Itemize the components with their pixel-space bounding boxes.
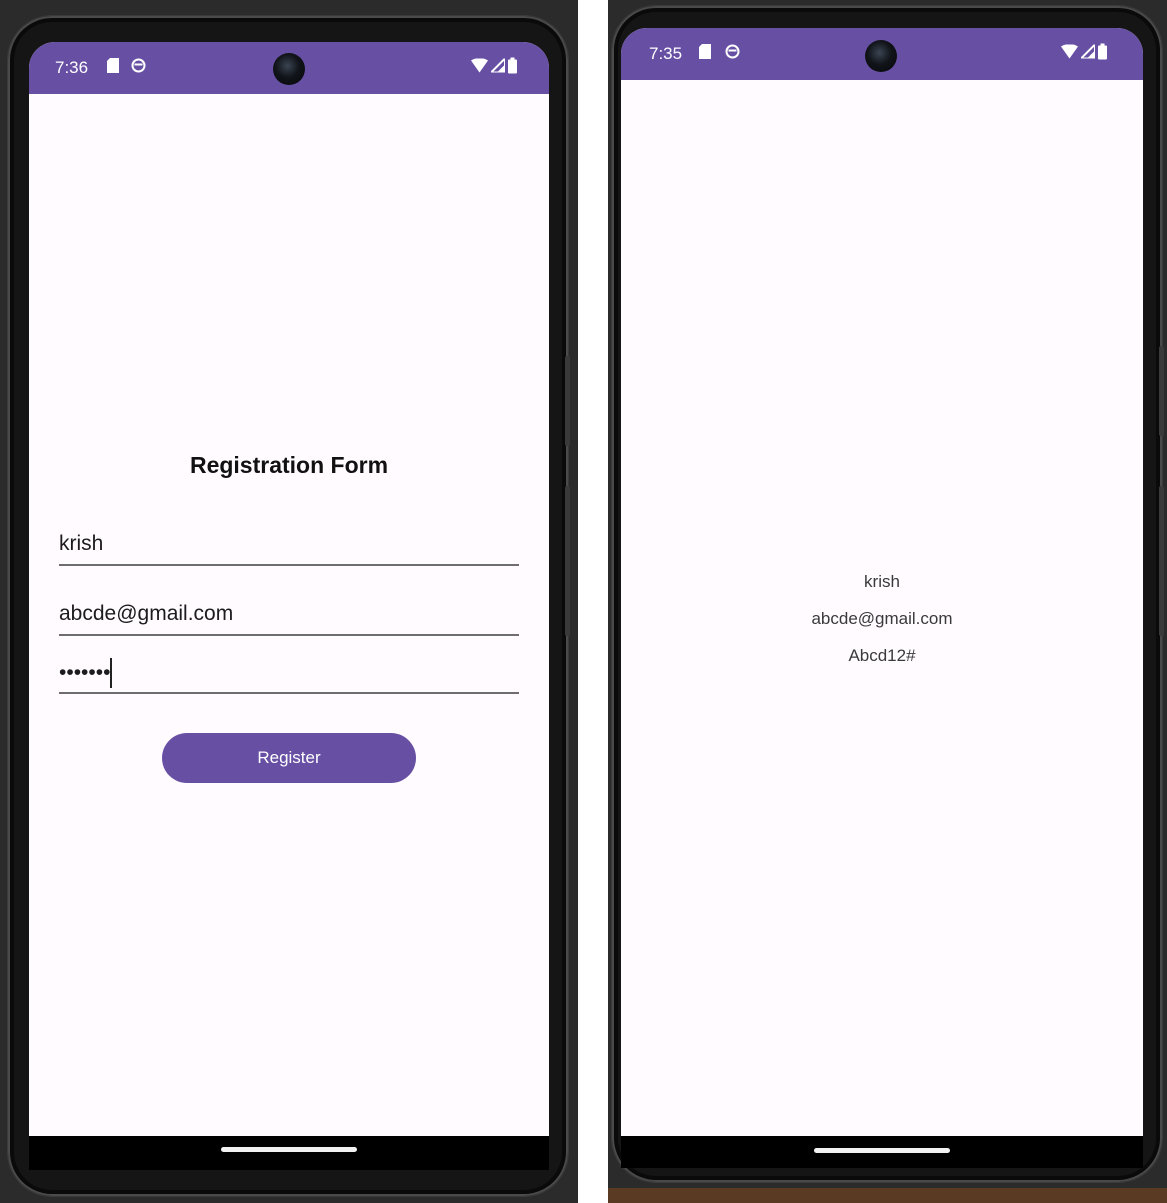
wifi-icon — [471, 58, 488, 78]
power-button — [565, 356, 570, 446]
right-phone-frame: 7:35 krish abcde@gmail.com Abcd12# — [612, 6, 1164, 1182]
volume-button — [1159, 486, 1164, 636]
media-icon — [725, 44, 740, 64]
password-field[interactable]: ••••••• — [59, 658, 519, 694]
battery-icon — [1098, 43, 1107, 65]
left-phone-frame: 7:36 Registration Form krish abcde@gmail… — [8, 16, 570, 1196]
battery-icon — [508, 57, 517, 79]
email-field — [59, 602, 519, 636]
name-field — [59, 532, 519, 566]
form-title: Registration Form — [189, 452, 389, 478]
signal-icon — [488, 56, 506, 78]
text-cursor — [110, 658, 113, 688]
sd-card-icon — [107, 58, 119, 78]
result-password: Abcd12# — [848, 646, 916, 665]
name-input[interactable] — [59, 532, 519, 556]
media-icon — [131, 58, 146, 78]
home-gesture-pill[interactable] — [814, 1148, 950, 1153]
status-time: 7:35 — [649, 44, 683, 63]
wifi-icon — [1061, 44, 1078, 64]
navigation-bar — [621, 1136, 1143, 1168]
status-bar: 7:35 — [621, 28, 1143, 80]
sd-card-icon — [699, 44, 711, 64]
front-camera — [865, 40, 897, 72]
right-phone-screen: 7:35 krish abcde@gmail.com Abcd12# — [621, 28, 1143, 1168]
left-phone-screen: 7:36 Registration Form krish abcde@gmail… — [29, 42, 549, 1170]
navigation-bar — [29, 1136, 549, 1170]
status-right-icons — [471, 56, 517, 79]
home-gesture-pill[interactable] — [221, 1147, 357, 1152]
status-time: 7:36 — [55, 58, 89, 77]
background-strip — [608, 1188, 1167, 1203]
signal-icon — [1078, 42, 1096, 64]
image-divider — [578, 0, 608, 1203]
register-button[interactable]: Register — [162, 733, 416, 783]
screenshot-composite: 7:36 Registration Form krish abcde@gmail… — [0, 0, 1167, 1203]
status-right-icons — [1061, 42, 1107, 65]
email-input[interactable] — [59, 602, 519, 626]
result-email: abcde@gmail.com — [811, 609, 953, 628]
status-bar: 7:36 — [29, 42, 549, 94]
front-camera — [273, 53, 305, 85]
password-masked-value: ••••••• — [59, 661, 111, 684]
power-button — [1159, 346, 1164, 436]
result-name: krish — [864, 572, 900, 591]
volume-button — [565, 486, 570, 636]
